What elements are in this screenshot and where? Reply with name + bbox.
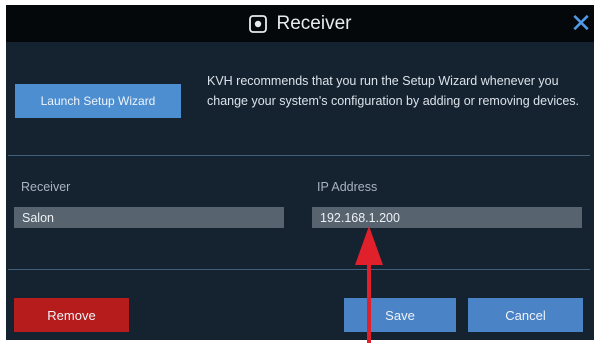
receiver-dialog: Receiver ✕ Launch Setup Wizard KVH recom… [6,5,594,340]
ip-address-label: IP Address [317,180,378,194]
save-button[interactable]: Save [344,298,456,332]
launch-setup-wizard-button[interactable]: Launch Setup Wizard [15,84,181,118]
ip-address-field[interactable] [312,207,582,228]
remove-button[interactable]: Remove [14,298,129,332]
dialog-title: Receiver [276,12,352,34]
cancel-button[interactable]: Cancel [468,298,583,332]
divider [8,269,590,270]
receiver-name-field[interactable] [14,207,284,228]
receiver-label: Receiver [21,180,71,194]
divider [8,155,590,156]
receiver-icon [248,14,267,33]
close-icon[interactable]: ✕ [570,10,592,36]
title-bar: Receiver [6,5,594,42]
setup-wizard-note: KVH recommends that you run the Setup Wi… [207,74,580,108]
title-group: Receiver [6,5,594,42]
